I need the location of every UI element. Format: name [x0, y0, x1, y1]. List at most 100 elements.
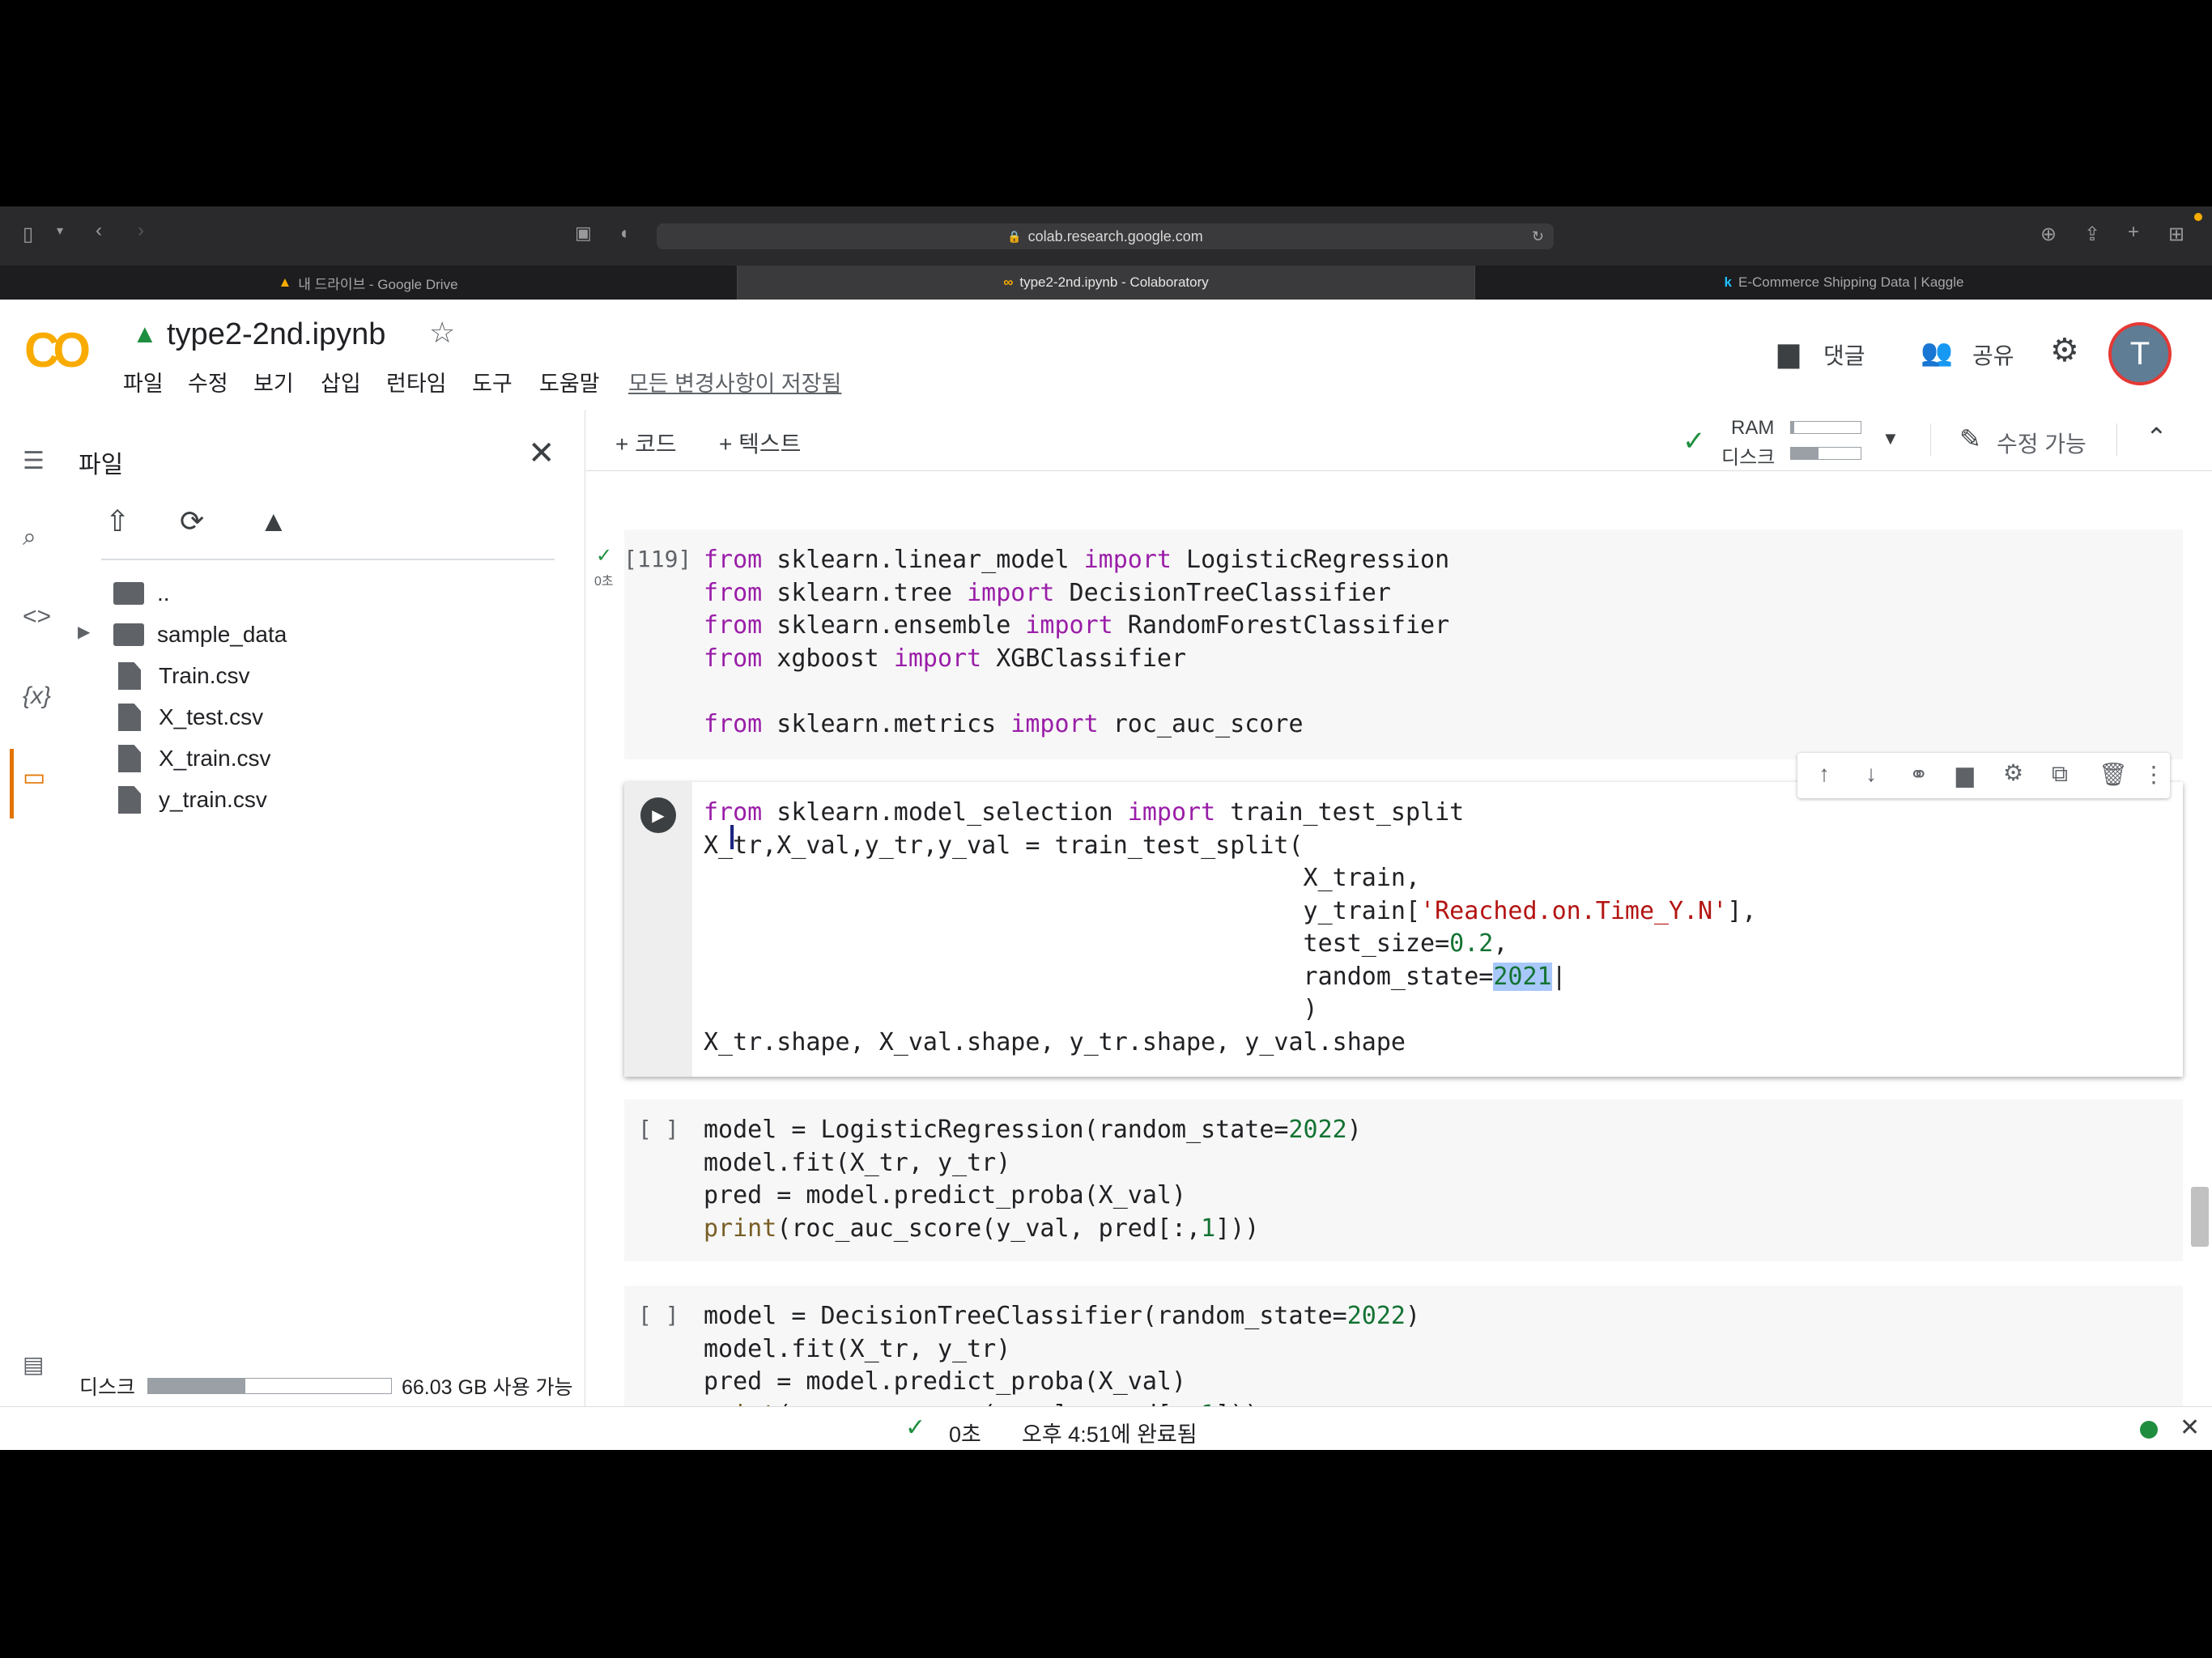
colab-tab-icon: ∞ — [1003, 274, 1014, 290]
tree-item-x-train-csv[interactable]: X_train.csv — [118, 741, 271, 776]
code-snippets-icon[interactable]: <> — [23, 603, 51, 631]
download-icon[interactable]: ⊕ — [2040, 223, 2057, 246]
notion-icon[interactable]: ▣ — [575, 223, 592, 244]
disk-usage-fill — [1791, 448, 1819, 459]
new-tab-icon[interactable]: + — [2128, 221, 2139, 244]
code-editor[interactable]: from sklearn.linear_model import Logisti… — [704, 544, 1449, 741]
tree-item-sample-data[interactable]: sample_data — [113, 617, 287, 653]
menu-insert[interactable]: 삽입 — [321, 366, 361, 397]
share-icon[interactable]: ⇪ — [2084, 223, 2100, 246]
left-rail: ☰ ⌕ <> {x} ▭ ▤ — [0, 410, 71, 1406]
tree-label: sample_data — [157, 622, 287, 647]
scrollbar-thumb[interactable] — [2191, 1187, 2209, 1247]
sidebar-toggle-icon[interactable]: ▯ — [23, 223, 33, 246]
tree-item-train-csv[interactable]: Train.csv — [118, 658, 250, 694]
ram-usage-bar — [1790, 421, 1861, 434]
tab-colab[interactable]: ∞ type2-2nd.ipynb - Colaboratory — [737, 266, 1474, 300]
toc-icon[interactable]: ☰ — [23, 447, 45, 475]
menu-file[interactable]: 파일 — [123, 366, 164, 397]
people-icon: 👥 — [1921, 338, 1953, 367]
forward-icon[interactable]: › — [138, 219, 144, 242]
active-indicator — [10, 749, 14, 818]
tree-item-x-test-csv[interactable]: X_test.csv — [118, 699, 263, 735]
disk-label: 디스크 — [79, 1376, 136, 1399]
move-up-icon[interactable]: ↑ — [1819, 761, 1830, 787]
mount-drive-icon[interactable]: ▲ — [259, 504, 288, 538]
terminal-icon[interactable]: ▤ — [23, 1351, 44, 1378]
lock-icon: 🔒 — [1007, 229, 1022, 243]
folder-icon[interactable]: ▭ — [23, 763, 45, 792]
back-icon[interactable]: ‹ — [96, 219, 102, 242]
avatar-letter: T — [2129, 335, 2150, 372]
comment-icon[interactable]: ▆ — [1778, 337, 1799, 369]
comment-button[interactable]: 댓글 — [1823, 338, 1865, 371]
mirror-cell-icon[interactable]: ⧉ — [2052, 761, 2068, 788]
comment-icon[interactable]: ▆ — [1956, 761, 1974, 788]
chevron-down-icon[interactable]: ▾ — [57, 223, 63, 239]
text-cursor-icon: I — [727, 818, 738, 857]
file-sidebar: 파일 ✕ ⇧ ⟳ ▲ — [0, 410, 585, 1406]
execution-duration[interactable]: 0초 — [949, 1417, 981, 1448]
code-editor[interactable]: from sklearn.model_selection import trai… — [704, 797, 1756, 1059]
delete-icon[interactable]: 🗑 — [2099, 761, 2128, 788]
move-down-icon[interactable]: ↓ — [1865, 761, 1877, 787]
play-icon: ▶ — [652, 806, 665, 825]
add-code-button[interactable]: + 코드 — [615, 427, 677, 459]
collapse-header-icon[interactable]: ⌃ — [2146, 422, 2167, 453]
tab-label: 내 드라이브 - Google Drive — [298, 276, 458, 292]
completion-time[interactable]: 오후 4:51에 완료됨 — [1022, 1417, 1197, 1448]
menu-view[interactable]: 보기 — [253, 366, 294, 397]
address-bar[interactable]: 🔒 colab.research.google.com ↻ — [657, 223, 1554, 249]
drive-icon: ▲ — [278, 274, 292, 290]
search-icon[interactable]: ⌕ — [23, 524, 36, 551]
tree-item-parent[interactable]: .. — [113, 576, 170, 611]
settings-gear-icon[interactable]: ⚙ — [2003, 759, 2023, 786]
tab-overview-icon[interactable]: ⊞ — [2168, 223, 2184, 246]
tree-item-y-train-csv[interactable]: y_train.csv — [118, 782, 267, 818]
reload-icon[interactable]: ↻ — [1532, 228, 1544, 245]
star-icon[interactable]: ☆ — [429, 316, 455, 350]
execution-count: [119] — [623, 546, 692, 572]
more-options-icon[interactable]: ⋮ — [2142, 761, 2165, 788]
tab-bar: ▲ 내 드라이브 - Google Drive ∞ type2-2nd.ipynb … — [0, 266, 2212, 300]
tab-google-drive[interactable]: ▲ 내 드라이브 - Google Drive — [0, 266, 736, 300]
resources-dropdown-icon[interactable]: ▼ — [1882, 428, 1899, 449]
divider — [101, 559, 555, 560]
kaggle-icon: k — [1724, 274, 1732, 290]
menu-edit[interactable]: 수정 — [188, 366, 228, 397]
upload-file-icon[interactable]: ⇧ — [105, 504, 130, 538]
menu-tools[interactable]: 도구 — [472, 366, 513, 397]
menu-help[interactable]: 도움말 — [539, 366, 600, 397]
settings-gear-icon[interactable]: ⚙ — [2050, 332, 2079, 369]
ram-usage-fill — [1791, 422, 1795, 433]
share-button[interactable]: 공유 — [1972, 338, 2014, 371]
shield-icon[interactable]: ◐ — [620, 223, 631, 244]
close-icon[interactable]: ✕ — [528, 435, 555, 472]
execution-count[interactable]: [ ] — [638, 1302, 679, 1329]
tree-label: .. — [157, 580, 170, 606]
close-icon[interactable]: ✕ — [2180, 1414, 2200, 1442]
saved-status[interactable]: 모든 변경사항이 저장됨 — [628, 366, 841, 397]
refresh-folder-icon[interactable]: ⟳ — [180, 504, 204, 538]
expand-arrow-icon[interactable]: ▶ — [78, 622, 90, 642]
run-cell-button[interactable]: ▶ — [640, 797, 676, 833]
tree-label: X_test.csv — [159, 704, 264, 729]
variables-icon[interactable]: {x} — [23, 682, 51, 710]
parent-folder-icon — [113, 582, 144, 605]
drive-icon: ▲ — [132, 319, 158, 348]
notification-dot — [2194, 213, 2202, 221]
tab-kaggle[interactable]: k E-Commerce Shipping Data | Kaggle — [1474, 266, 2212, 300]
colab-logo[interactable]: CO — [24, 322, 91, 378]
add-text-button[interactable]: + 텍스트 — [719, 427, 801, 459]
cell-toolbar: ↑ ↓ ⚭ ▆ ⚙ ⧉ 🗑 ⋮ — [1797, 753, 2170, 798]
code-editor[interactable]: model = LogisticRegression(random_state=… — [704, 1114, 1362, 1245]
avatar[interactable]: T — [2108, 322, 2172, 385]
execution-count[interactable]: [ ] — [638, 1116, 679, 1142]
connection-status-dot — [2140, 1421, 2158, 1439]
edit-mode-button[interactable]: 수정 가능 — [1997, 427, 2087, 459]
status-bar: ✓ 0초 오후 4:51에 완료됨 ✕ — [0, 1406, 2212, 1450]
notebook-title[interactable]: type2-2nd.ipynb — [167, 317, 385, 352]
link-icon[interactable]: ⚭ — [1909, 761, 1928, 788]
menu-runtime[interactable]: 런타임 — [386, 366, 447, 397]
code-editor[interactable]: model = DecisionTreeClassifier(random_st… — [704, 1300, 1420, 1406]
